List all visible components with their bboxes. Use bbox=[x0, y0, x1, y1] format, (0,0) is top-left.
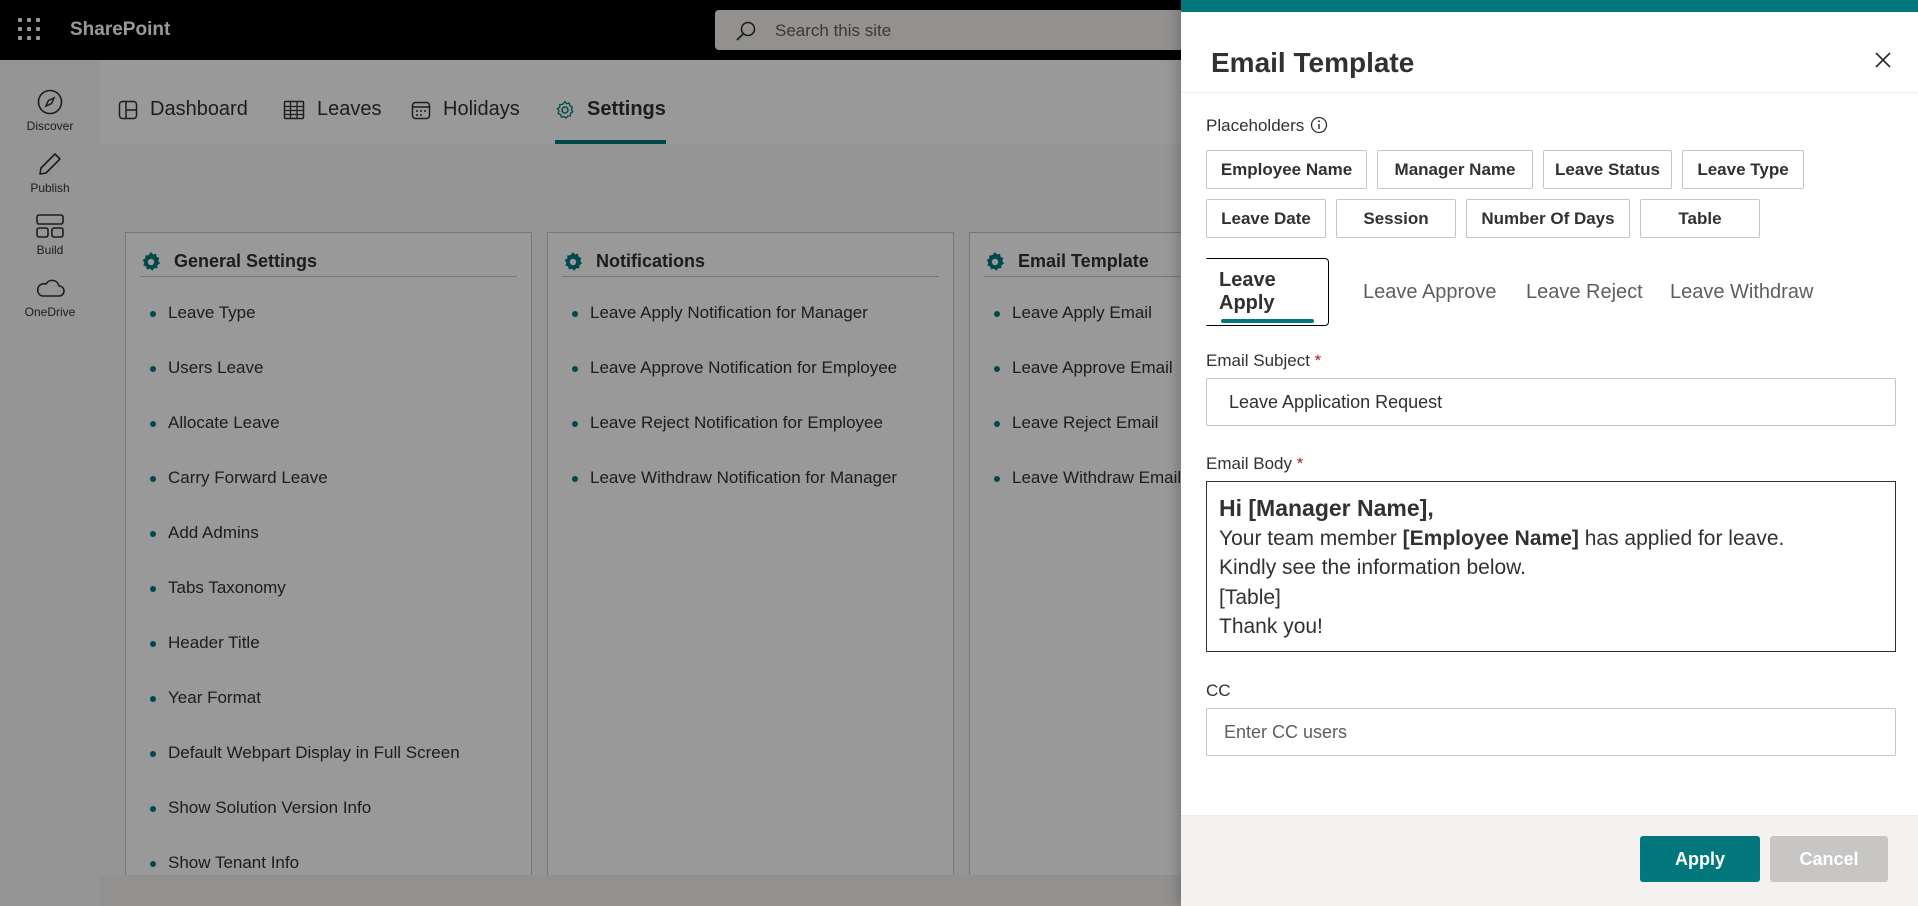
close-icon[interactable] bbox=[1873, 50, 1893, 70]
email-subject-label: Email Subject * bbox=[1206, 351, 1322, 370]
placeholder-chip[interactable]: Leave Type bbox=[1682, 150, 1804, 189]
email-body-label: Email Body * bbox=[1206, 454, 1304, 473]
body-greeting: Hi [Manager Name], bbox=[1219, 495, 1434, 521]
panel-divider bbox=[1181, 92, 1918, 93]
tab-leave-reject[interactable]: Leave Reject bbox=[1526, 258, 1643, 326]
body-line: Kindly see the information below. bbox=[1219, 556, 1527, 579]
cc-input[interactable] bbox=[1206, 708, 1896, 756]
info-icon[interactable] bbox=[1310, 116, 1328, 134]
email-template-panel: Email Template Placeholders Employee Nam… bbox=[1181, 0, 1918, 906]
tab-leave-approve[interactable]: Leave Approve bbox=[1363, 258, 1496, 326]
required-mark: * bbox=[1296, 454, 1304, 473]
tab-leave-withdraw[interactable]: Leave Withdraw bbox=[1670, 258, 1813, 326]
placeholder-chip[interactable]: Employee Name bbox=[1206, 150, 1367, 189]
apply-button[interactable]: Apply bbox=[1640, 836, 1760, 882]
placeholder-chip[interactable]: Manager Name bbox=[1377, 150, 1533, 189]
panel-accent-bar bbox=[1181, 0, 1918, 12]
placeholder-chip[interactable]: Leave Status bbox=[1543, 150, 1672, 189]
tab-leave-apply[interactable]: Leave Apply bbox=[1206, 258, 1329, 326]
required-mark: * bbox=[1314, 351, 1322, 370]
email-body-editor[interactable]: Hi [Manager Name], Your team member [Emp… bbox=[1206, 481, 1896, 652]
cc-label: CC bbox=[1206, 681, 1231, 700]
cancel-button[interactable]: Cancel bbox=[1770, 836, 1888, 882]
placeholders-label: Placeholders bbox=[1206, 116, 1305, 135]
email-subject-input[interactable] bbox=[1206, 378, 1896, 426]
body-line: Your team member [Employee Name] has app… bbox=[1219, 526, 1785, 550]
tab-active-indicator bbox=[1221, 319, 1314, 323]
placeholder-chip[interactable]: Table bbox=[1640, 199, 1760, 238]
body-line: [Table] bbox=[1219, 585, 1281, 609]
placeholder-chip[interactable]: Number Of Days bbox=[1466, 199, 1630, 238]
placeholder-chip[interactable]: Session bbox=[1336, 199, 1456, 238]
placeholder-chip[interactable]: Leave Date bbox=[1206, 199, 1326, 238]
body-line: Thank you! bbox=[1219, 615, 1323, 638]
panel-title: Email Template bbox=[1211, 47, 1415, 78]
